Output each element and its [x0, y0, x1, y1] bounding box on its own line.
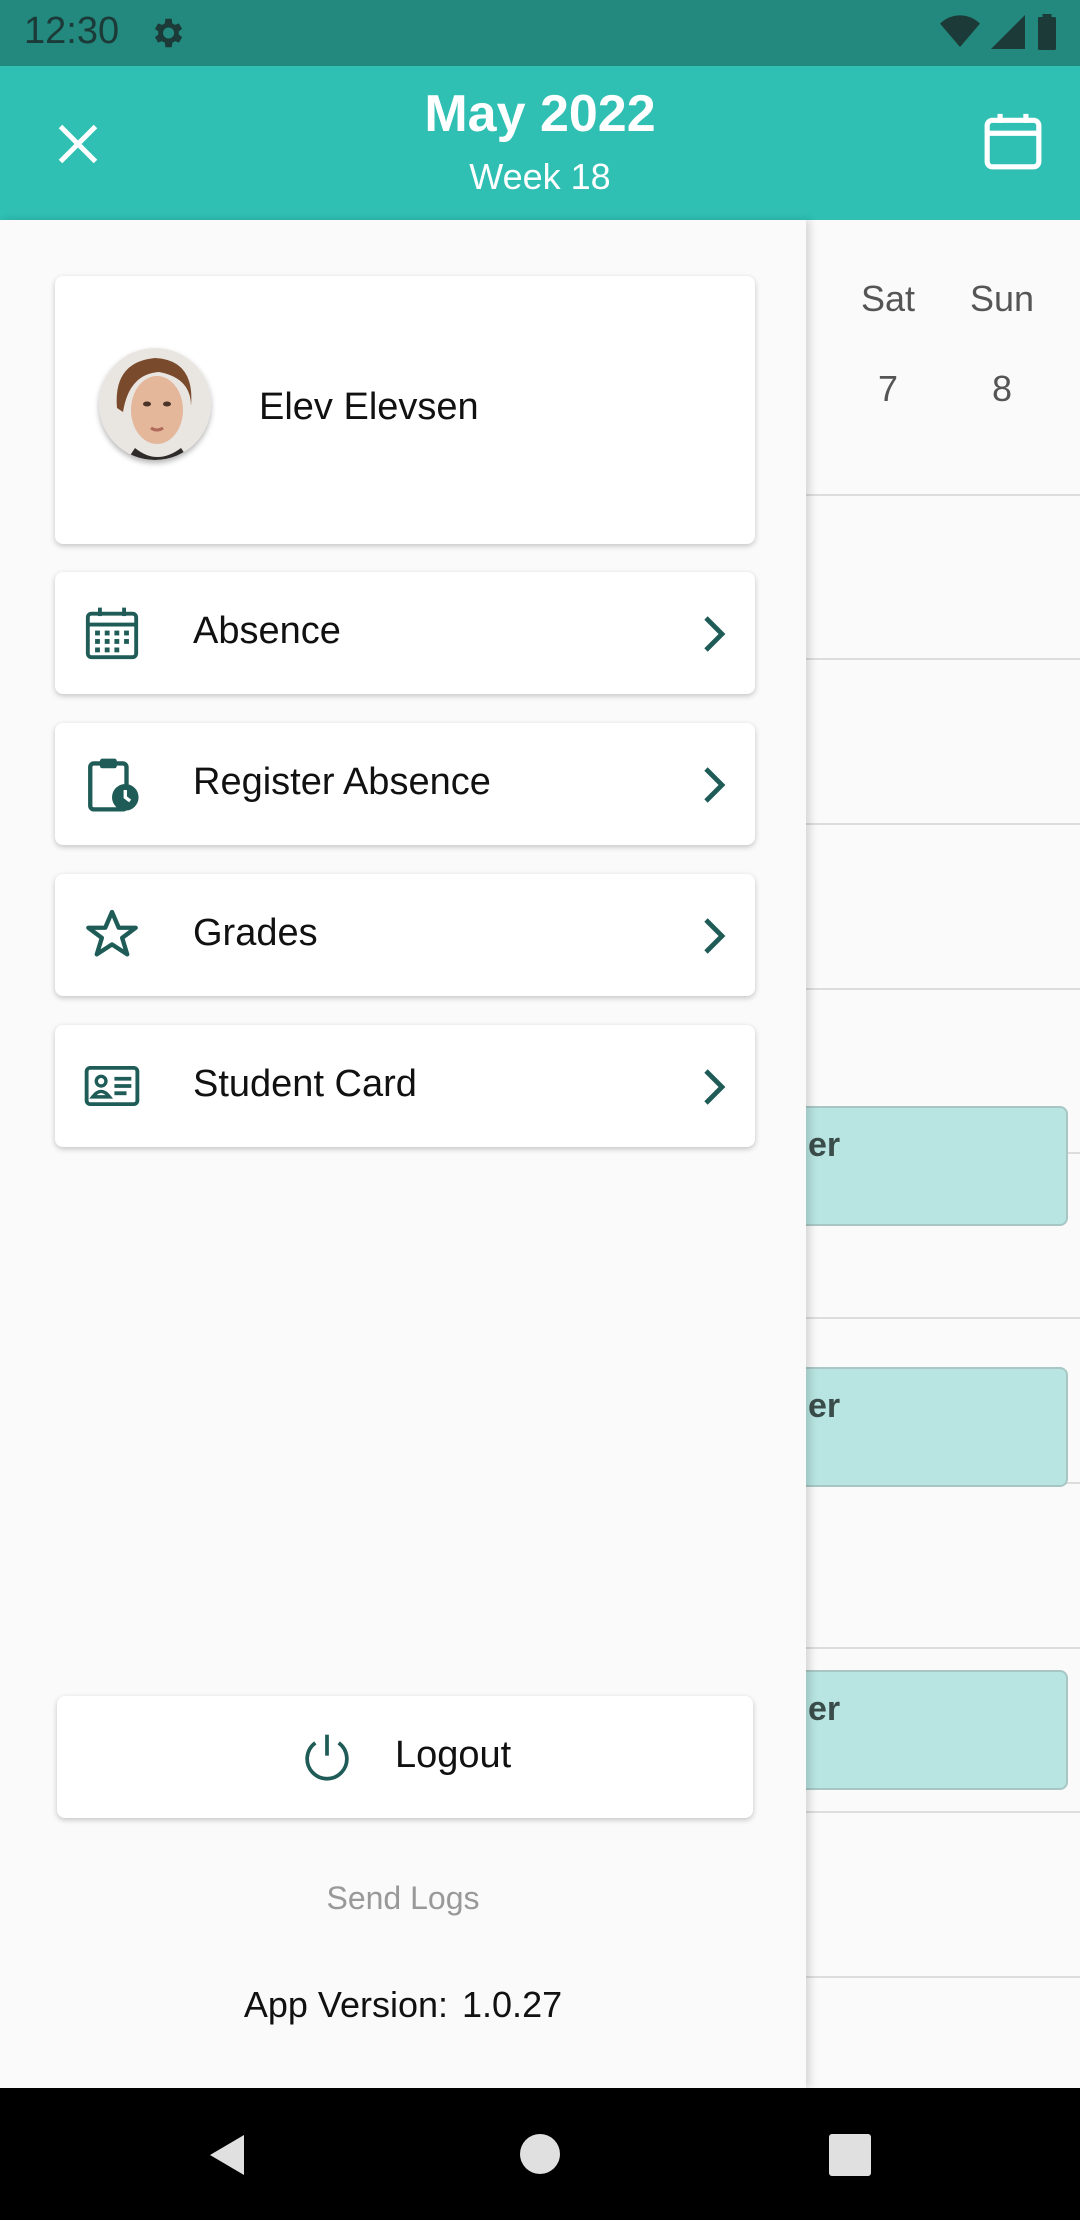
home-icon[interactable]: [520, 2134, 560, 2174]
divider: [806, 988, 1080, 990]
avatar: [99, 348, 211, 460]
divider: [806, 1647, 1080, 1649]
day-number-sat[interactable]: 7: [828, 368, 948, 410]
header-title: May 2022: [424, 85, 656, 143]
divider: [806, 823, 1080, 825]
day-header-sun: Sun: [969, 278, 1035, 319]
menu-item-absence[interactable]: Absence: [55, 572, 755, 694]
event-title: er: [808, 1126, 841, 1164]
day-number-sun[interactable]: 8: [942, 368, 1062, 410]
menu-item-label: Grades: [193, 912, 318, 954]
divider: [806, 494, 1080, 496]
app-version-value: 1.0.27: [462, 1984, 563, 2025]
menu-item-student-card[interactable]: Student Card: [55, 1025, 755, 1147]
chevron-right-icon: [704, 918, 726, 954]
divider: [806, 1317, 1080, 1319]
wifi-icon: [940, 15, 980, 47]
recent-apps-icon[interactable]: [829, 2134, 871, 2176]
app-bar: May 2022 Week 18: [0, 66, 1080, 220]
chevron-right-icon: [704, 616, 726, 652]
logout-label: Logout: [395, 1734, 512, 1776]
back-icon[interactable]: [204, 2130, 252, 2180]
signal-icon: [991, 15, 1025, 49]
send-logs-link[interactable]: Send Logs: [0, 1880, 806, 1917]
event-title: er: [808, 1387, 841, 1425]
battery-icon: [1038, 14, 1056, 50]
star-icon: [86, 909, 138, 957]
menu-item-label: Student Card: [193, 1063, 417, 1105]
event-title: er: [808, 1690, 841, 1728]
navigation-drawer: Elev Elevsen Absence Register Absence Gr…: [0, 220, 806, 2088]
menu-item-label: Absence: [193, 610, 341, 652]
calendar-grid-icon: [85, 607, 139, 660]
divider: [806, 658, 1080, 660]
day-header-sat: Sat: [860, 278, 916, 319]
divider: [806, 1811, 1080, 1813]
logout-button[interactable]: Logout: [57, 1696, 753, 1818]
clipboard-clock-icon: [88, 758, 139, 812]
status-time: 12:30: [24, 10, 120, 52]
avatar-image: [99, 348, 211, 460]
id-card-icon: [84, 1065, 140, 1107]
power-icon: [305, 1734, 349, 1781]
app-version: App Version: 1.0.27: [0, 1984, 806, 2026]
chevron-right-icon: [704, 767, 726, 803]
status-bar: 12:30: [0, 0, 1080, 66]
chevron-right-icon: [704, 1069, 726, 1105]
profile-name: Elev Elevsen: [259, 386, 479, 428]
header-subtitle: Week 18: [469, 156, 611, 197]
calendar-event[interactable]: er: [806, 1670, 1068, 1790]
calendar-event[interactable]: er: [806, 1106, 1068, 1226]
settings-gear-icon: [154, 18, 183, 48]
menu-item-grades[interactable]: Grades: [55, 874, 755, 996]
divider: [806, 1976, 1080, 1978]
menu-item-label: Register Absence: [193, 761, 491, 803]
status-indicators: [940, 14, 1058, 50]
calendar-event[interactable]: er: [806, 1367, 1068, 1487]
system-nav-bar: [0, 2088, 1080, 2220]
week-calendar: Sat 7 Sun 8 er er er: [806, 220, 1080, 2088]
profile-card[interactable]: Elev Elevsen: [55, 276, 755, 544]
app-version-label: App Version:: [243, 1984, 449, 2025]
menu-item-register-absence[interactable]: Register Absence: [55, 723, 755, 845]
calendar-icon[interactable]: [982, 110, 1044, 172]
